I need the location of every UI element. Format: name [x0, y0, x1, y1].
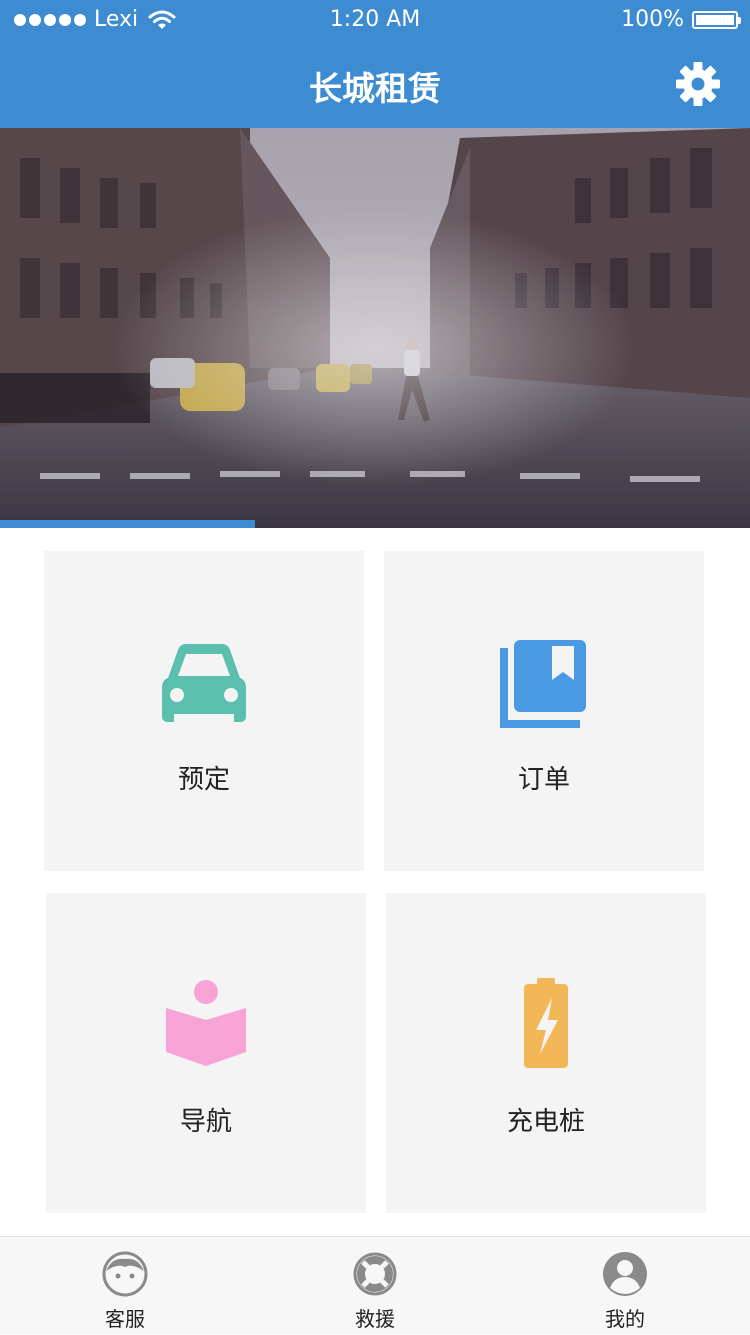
gear-icon[interactable]: [674, 60, 722, 108]
tile-order[interactable]: 订单: [384, 551, 704, 871]
tab-label: 我的: [605, 1307, 645, 1331]
tab-profile[interactable]: 我的: [555, 1237, 695, 1335]
battery-icon: [692, 10, 741, 29]
bookmark-icon: [500, 640, 586, 728]
tab-customer-service[interactable]: 客服: [55, 1237, 195, 1335]
user-icon: [603, 1252, 647, 1296]
tile-label: 导航: [179, 1107, 232, 1137]
page-title: 长城租赁: [309, 69, 441, 108]
tile-navigation[interactable]: 导航: [46, 893, 366, 1213]
banner-carousel[interactable]: [0, 128, 750, 528]
tab-label: 救援: [355, 1307, 395, 1331]
tile-charging-station[interactable]: 充电桩: [386, 893, 706, 1213]
navigation-bar: 长城租赁: [0, 40, 750, 128]
car-icon: [162, 644, 246, 722]
battery-percent: 100%: [621, 7, 684, 32]
tile-book[interactable]: 预定: [44, 551, 364, 871]
tab-label: 客服: [105, 1307, 145, 1331]
reader-book-icon: [166, 980, 246, 1066]
tile-label: 订单: [517, 765, 570, 795]
tile-label: 充电桩: [506, 1107, 585, 1137]
status-bar: Lexi 1:20 AM 100%: [0, 0, 750, 40]
battery-bolt-icon: [524, 978, 568, 1068]
carousel-progress-indicator: [0, 520, 255, 528]
tile-label: 预定: [177, 765, 230, 795]
bottom-tab-bar: 客服 救援 我的: [0, 1236, 750, 1334]
face-icon: [102, 1251, 148, 1297]
banner-street-photo: [0, 128, 750, 528]
tab-rescue[interactable]: 救援: [305, 1237, 445, 1335]
lifebuoy-icon: [353, 1252, 397, 1296]
